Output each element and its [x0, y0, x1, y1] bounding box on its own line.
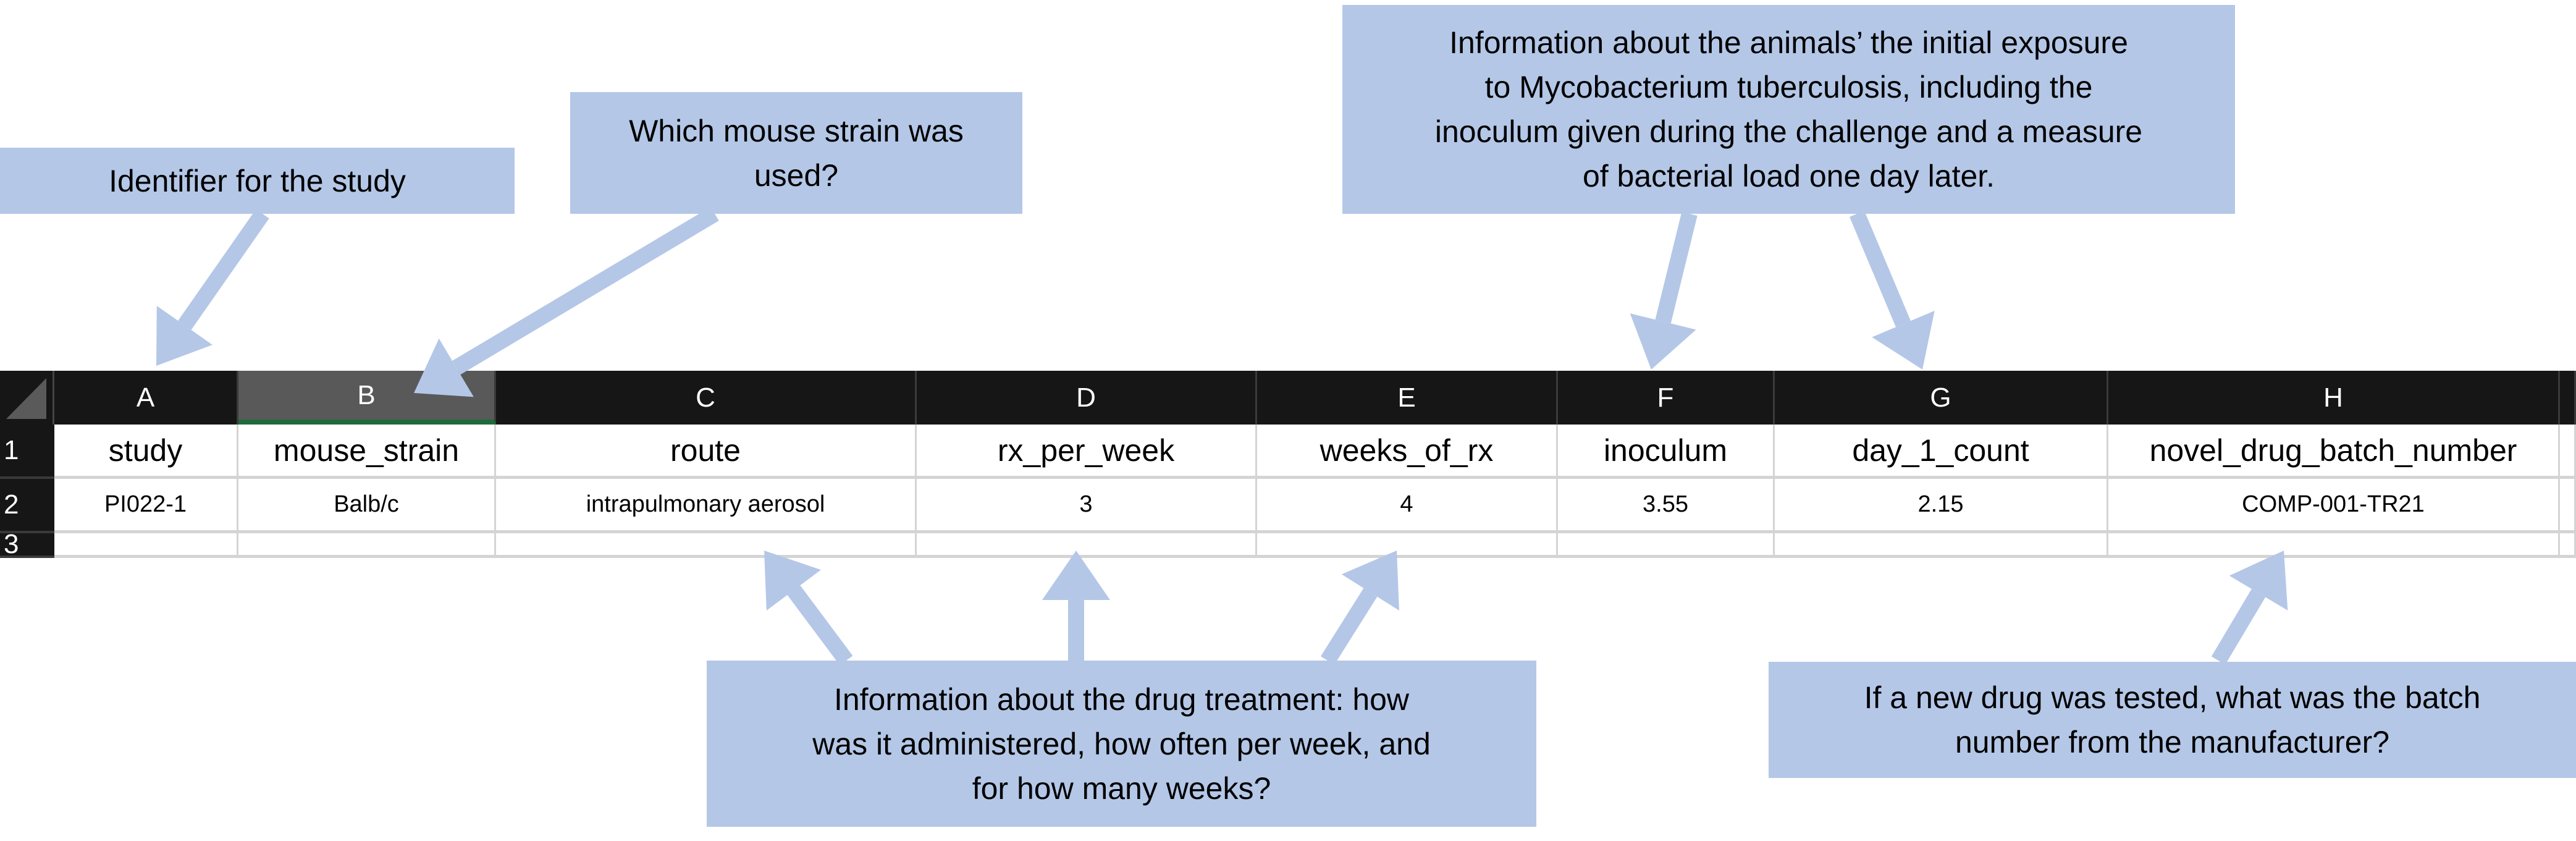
- arrow-head-icon: [156, 305, 213, 366]
- row-header-2[interactable]: 2: [0, 479, 54, 533]
- callout-exposure: Information about the animals’ the initi…: [1342, 5, 2235, 214]
- arrow-head-icon: [1630, 313, 1696, 370]
- cell-b2[interactable]: Balb/c: [238, 479, 496, 533]
- arrow-shaft: [452, 206, 719, 375]
- arrow-shaft: [787, 585, 853, 666]
- cell-a2[interactable]: PI022-1: [54, 479, 238, 533]
- cell-h1[interactable]: novel_drug_batch_number: [2108, 425, 2560, 479]
- callout-text-line: Information about the drug treatment: ho…: [833, 682, 1410, 717]
- spreadsheet-grid: A B C D E F G H 1 study mouse_strain route rx_per_we…: [0, 371, 2576, 559]
- column-header-b[interactable]: B: [238, 371, 496, 425]
- callout-strain: Which mouse strain was used?: [570, 92, 1022, 214]
- cell-overflow[interactable]: [2560, 533, 2576, 558]
- cell-g3[interactable]: [1775, 533, 2108, 558]
- cell-c3[interactable]: [496, 533, 917, 558]
- column-header-c[interactable]: C: [496, 371, 917, 425]
- callout-text-line: used?: [754, 158, 839, 193]
- cell-f2[interactable]: 3.55: [1558, 479, 1775, 533]
- callout-text-line: for how many weeks?: [972, 771, 1271, 806]
- cell-e3[interactable]: [1257, 533, 1558, 558]
- callout-study: Identifier for the study: [0, 148, 515, 214]
- callout-text-line: inoculum given during the challenge and …: [1434, 114, 2143, 149]
- cell-b1[interactable]: mouse_strain: [238, 425, 496, 479]
- column-header-f[interactable]: F: [1558, 371, 1775, 425]
- arrow-head-icon: [1042, 551, 1110, 600]
- cell-c2[interactable]: intrapulmonary aerosol: [496, 479, 917, 533]
- cell-g2[interactable]: 2.15: [1775, 479, 2108, 533]
- arrow-head-icon: [2229, 551, 2288, 611]
- row-header-1[interactable]: 1: [0, 425, 54, 479]
- cell-h3[interactable]: [2108, 533, 2560, 558]
- arrow-shaft: [1320, 588, 1378, 665]
- column-header-e[interactable]: E: [1257, 371, 1558, 425]
- column-header-d[interactable]: D: [917, 371, 1257, 425]
- cell-e2[interactable]: 4: [1257, 479, 1558, 533]
- arrow-head-icon: [1872, 310, 1935, 370]
- column-header-g[interactable]: G: [1775, 371, 2108, 425]
- arrow-shaft: [178, 209, 269, 330]
- callout-treatment: Information about the drug treatment: ho…: [707, 661, 1536, 827]
- callout-text-line: was it administered, how often per week,…: [812, 726, 1431, 761]
- cell-overflow[interactable]: [2560, 425, 2576, 479]
- cell-d1[interactable]: rx_per_week: [917, 425, 1257, 479]
- column-header-next[interactable]: [2560, 371, 2576, 425]
- cell-d2[interactable]: 3: [917, 479, 1257, 533]
- arrow-shaft: [2211, 589, 2266, 665]
- column-header-h[interactable]: H: [2108, 371, 2560, 425]
- arrow-head-icon: [1341, 551, 1399, 611]
- cell-overflow[interactable]: [2560, 479, 2576, 533]
- cell-g1[interactable]: day_1_count: [1775, 425, 2108, 479]
- arrow-shaft: [1850, 210, 1911, 328]
- cell-a1[interactable]: study: [54, 425, 238, 479]
- callout-text-line: Which mouse strain was: [629, 113, 964, 148]
- cell-f3[interactable]: [1558, 533, 1775, 558]
- callout-text-line: If a new drug was tested, what was the b…: [1864, 680, 2481, 715]
- cell-h2[interactable]: COMP-001-TR21: [2108, 479, 2560, 533]
- cell-f1[interactable]: inoculum: [1558, 425, 1775, 479]
- callout-text-line: to Mycobacterium tuberculosis, including…: [1484, 70, 2093, 104]
- callout-text-line: Identifier for the study: [109, 163, 406, 198]
- arrow-shaft: [1655, 211, 1698, 324]
- arrow-head-icon: [764, 551, 821, 611]
- callout-batch: If a new drug was tested, what was the b…: [1769, 662, 2576, 778]
- callout-text-line: Information about the animals’ the initi…: [1449, 25, 2128, 60]
- row-header-3[interactable]: 3: [0, 529, 54, 559]
- column-header-a[interactable]: A: [54, 371, 238, 425]
- cell-a3[interactable]: [54, 533, 238, 558]
- cell-c1[interactable]: route: [496, 425, 917, 479]
- cell-b3[interactable]: [238, 533, 496, 558]
- callout-text-line: number from the manufacturer?: [1955, 725, 2390, 759]
- cell-d3[interactable]: [917, 533, 1257, 558]
- select-all-button[interactable]: [0, 371, 54, 425]
- callout-text-line: of bacterial load one day later.: [1582, 159, 1995, 193]
- cell-e1[interactable]: weeks_of_rx: [1257, 425, 1558, 479]
